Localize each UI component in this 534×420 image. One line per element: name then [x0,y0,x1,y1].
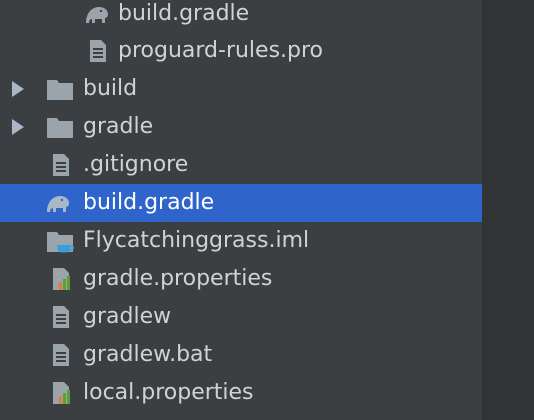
tree-item-label: build.gradle [83,190,215,215]
tree-item-iml-module[interactable]: Flycatchinggrass.iml [0,222,482,260]
folder-icon [47,118,73,138]
tree-item-label: Flycatchinggrass.iml [83,228,310,253]
tree-item-gradlew-bat[interactable]: gradlew.bat [0,336,482,374]
text-file-icon [53,306,69,328]
expand-arrow-icon[interactable] [12,119,24,135]
properties-file-icon [53,268,70,290]
gradle-elephant-icon [47,196,69,212]
tree-item-local-properties[interactable]: local.properties [0,374,482,412]
tree-item-app-build-gradle[interactable]: build.gradle [0,0,482,33]
tree-item-label: gradle [83,114,154,139]
tree-item-proguard-rules[interactable]: proguard-rules.pro [0,32,482,70]
tree-item-label: build.gradle [118,1,250,26]
tree-item-build-folder[interactable]: build [0,70,482,108]
tree-item-label: gradlew [83,304,172,329]
tree-item-label: build [83,76,138,101]
text-file-icon [90,40,106,62]
tree-item-gradle-properties[interactable]: gradle.properties [0,260,482,298]
tree-item-label: gradlew.bat [83,342,213,367]
tree-item-label: local.properties [83,380,254,405]
tree-item-gitignore[interactable]: .gitignore [0,146,482,184]
module-folder-icon [47,232,74,253]
text-file-icon [53,154,69,176]
gradle-elephant-icon [86,7,108,23]
editor-gutter-strip [482,0,534,420]
project-tool-window: build.gradle proguard-rules.pro build gr… [0,0,534,420]
tree-item-gradlew[interactable]: gradlew [0,298,482,336]
text-file-icon [53,344,69,366]
tree-item-label: proguard-rules.pro [118,38,324,63]
tree-item-label: gradle.properties [83,266,273,291]
tree-item-label: .gitignore [83,152,189,177]
tree-item-gradle-folder[interactable]: gradle [0,108,482,146]
expand-arrow-icon[interactable] [12,81,24,97]
tree-item-root-build-gradle[interactable]: build.gradle [0,184,482,222]
folder-icon [47,80,73,100]
properties-file-icon [53,382,70,404]
